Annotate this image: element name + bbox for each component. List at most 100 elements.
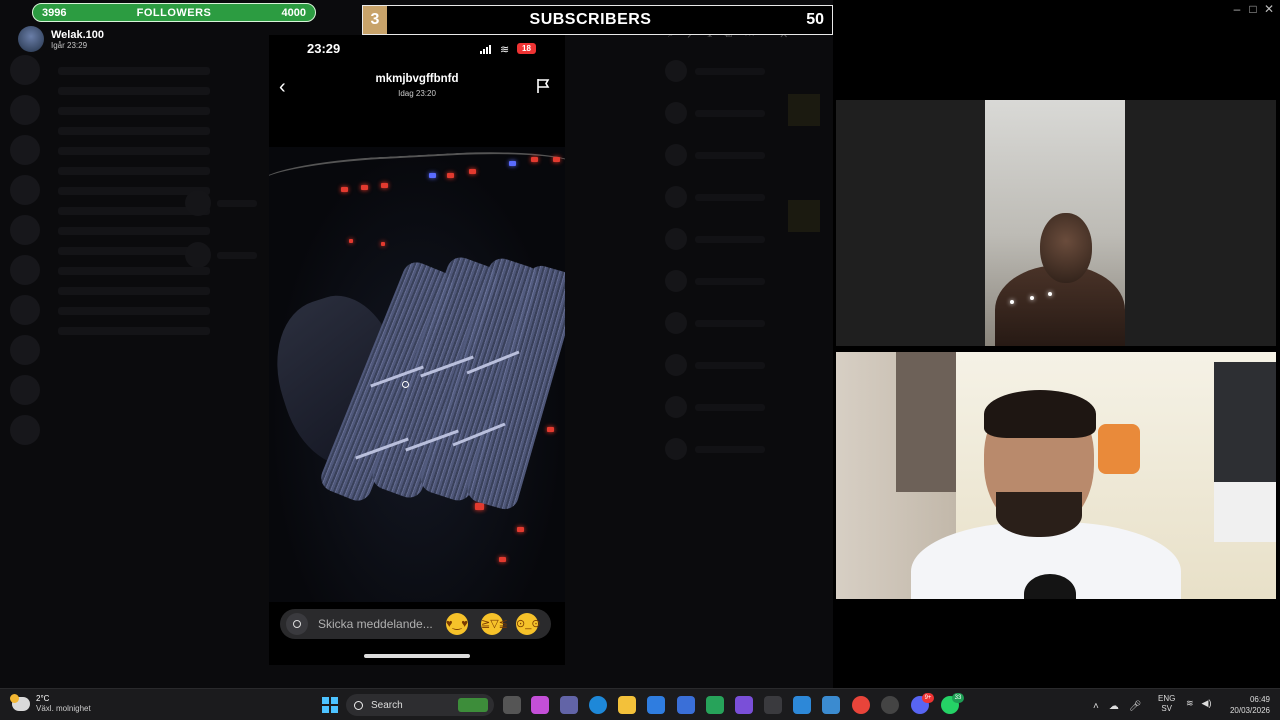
photos-icon[interactable] bbox=[793, 696, 811, 714]
language-indicator[interactable]: ENG SV bbox=[1158, 694, 1175, 714]
channel-item[interactable] bbox=[58, 107, 210, 115]
edge-icon[interactable] bbox=[589, 696, 607, 714]
avatar[interactable] bbox=[185, 242, 211, 268]
flushed-emoji[interactable]: ⊙_⊙ bbox=[516, 613, 541, 635]
close-button[interactable]: ✕ bbox=[1259, 2, 1279, 16]
towel bbox=[1098, 424, 1140, 474]
channel-item[interactable] bbox=[58, 67, 210, 75]
member-item[interactable] bbox=[665, 396, 830, 418]
channel-item[interactable] bbox=[58, 147, 210, 155]
screen-capture-icon[interactable] bbox=[822, 696, 840, 714]
member-name bbox=[695, 319, 765, 327]
cube-app-icon[interactable] bbox=[764, 696, 782, 714]
weather-widget[interactable]: 2°C Växl. molnighet bbox=[10, 694, 91, 714]
laughing-tears-emoji[interactable]: ≧▽≦ bbox=[481, 613, 508, 635]
member-item[interactable] bbox=[665, 312, 830, 334]
streamer-beard bbox=[996, 492, 1082, 537]
copilot-icon[interactable] bbox=[531, 696, 549, 714]
message-row bbox=[185, 242, 265, 268]
participant-video bbox=[985, 100, 1125, 346]
channel-item[interactable] bbox=[58, 87, 210, 95]
indicator-light bbox=[469, 169, 476, 174]
light-spot bbox=[1010, 300, 1014, 304]
avatar bbox=[665, 270, 687, 292]
teams-icon[interactable] bbox=[560, 696, 578, 714]
microphone-icon[interactable]: 🎤︎ bbox=[1129, 701, 1142, 712]
battery-icon: 18 bbox=[517, 43, 536, 54]
followers-goal-bar: 3996 FOLLOWERS 4000 bbox=[32, 3, 316, 22]
tv-cabinet bbox=[1214, 482, 1276, 542]
file-explorer-icon[interactable] bbox=[618, 696, 636, 714]
media-thumbnail[interactable] bbox=[788, 94, 820, 126]
chrome-icon[interactable] bbox=[852, 696, 870, 714]
server-icon[interactable] bbox=[10, 295, 40, 325]
member-name bbox=[695, 67, 765, 75]
signal-icon bbox=[480, 45, 491, 54]
member-item[interactable] bbox=[665, 270, 830, 292]
windows-start-icon[interactable] bbox=[322, 697, 338, 713]
apps-icon[interactable] bbox=[735, 696, 753, 714]
avatar[interactable] bbox=[18, 26, 44, 52]
server-icon[interactable] bbox=[10, 415, 40, 445]
cloud-icon[interactable]: ☁ bbox=[1109, 701, 1119, 712]
windows-taskbar: 2°C Växl. molnighet Search 9+ 33 ˄ ☁ 🎤︎ … bbox=[0, 688, 1280, 720]
phone-status-bar: 23:29 ≋ 18 bbox=[269, 35, 565, 63]
microsoft-store-icon[interactable] bbox=[647, 696, 665, 714]
uploader-name[interactable]: Welak.100 bbox=[51, 29, 104, 41]
camera-icon[interactable] bbox=[286, 613, 308, 635]
taskbar-search[interactable]: Search bbox=[346, 694, 494, 716]
light-spot bbox=[1030, 296, 1034, 300]
discord-icon[interactable]: 9+ bbox=[911, 693, 934, 714]
channel-item[interactable] bbox=[58, 167, 210, 175]
server-icon[interactable] bbox=[10, 55, 40, 85]
channel-list bbox=[48, 55, 218, 675]
obs-icon[interactable] bbox=[881, 696, 899, 714]
phone-clock: 23:29 bbox=[307, 41, 341, 56]
heart-eyes-emoji[interactable]: ♥‿♥ bbox=[446, 613, 468, 635]
curtain bbox=[896, 352, 956, 492]
message-text bbox=[217, 199, 257, 207]
channel-item[interactable] bbox=[58, 127, 210, 135]
member-item[interactable] bbox=[665, 438, 830, 460]
television bbox=[1214, 362, 1276, 482]
search-icon bbox=[354, 700, 363, 710]
chat-messages bbox=[185, 190, 265, 294]
channel-item[interactable] bbox=[58, 307, 210, 315]
message-text bbox=[217, 251, 257, 259]
whatsapp-icon[interactable]: 33 bbox=[941, 693, 964, 714]
followers-label: FOLLOWERS bbox=[136, 6, 212, 19]
avatar bbox=[665, 312, 687, 334]
member-item[interactable] bbox=[665, 144, 830, 166]
indicator-light bbox=[361, 185, 368, 190]
status-icons[interactable]: ≋ ◀) bbox=[1186, 698, 1211, 709]
server-icon[interactable] bbox=[10, 255, 40, 285]
sender-name[interactable]: mkmjbvgffbnfd bbox=[269, 73, 565, 85]
streamer-webcam bbox=[836, 352, 1276, 599]
media-thumbnail[interactable] bbox=[788, 200, 820, 232]
avatar[interactable] bbox=[185, 190, 211, 216]
member-name bbox=[695, 403, 765, 411]
indicator-light bbox=[381, 242, 385, 246]
message-input[interactable]: Skicka meddelande... bbox=[318, 617, 446, 631]
member-name bbox=[695, 109, 765, 117]
member-item[interactable] bbox=[665, 354, 830, 376]
server-icon[interactable] bbox=[10, 215, 40, 245]
member-name bbox=[695, 277, 765, 285]
server-icon[interactable] bbox=[10, 175, 40, 205]
task-view-icon[interactable] bbox=[503, 696, 521, 714]
clock-widget[interactable]: 06:49 20/03/2026 bbox=[1222, 694, 1270, 716]
server-icon[interactable] bbox=[10, 95, 40, 125]
light-spot bbox=[1048, 292, 1052, 296]
server-icon[interactable] bbox=[10, 375, 40, 405]
outlook-icon[interactable] bbox=[677, 696, 695, 714]
indicator-light bbox=[381, 183, 388, 188]
server-icon[interactable] bbox=[10, 335, 40, 365]
report-flag-icon[interactable] bbox=[534, 77, 552, 95]
member-item[interactable] bbox=[665, 60, 830, 82]
member-name bbox=[695, 445, 765, 453]
channel-item[interactable] bbox=[58, 327, 210, 335]
chevron-up-icon[interactable]: ˄ bbox=[1093, 701, 1099, 712]
vpn-shield-icon[interactable] bbox=[706, 696, 724, 714]
weather-condition: Växl. molnighet bbox=[36, 704, 91, 713]
server-icon[interactable] bbox=[10, 135, 40, 165]
